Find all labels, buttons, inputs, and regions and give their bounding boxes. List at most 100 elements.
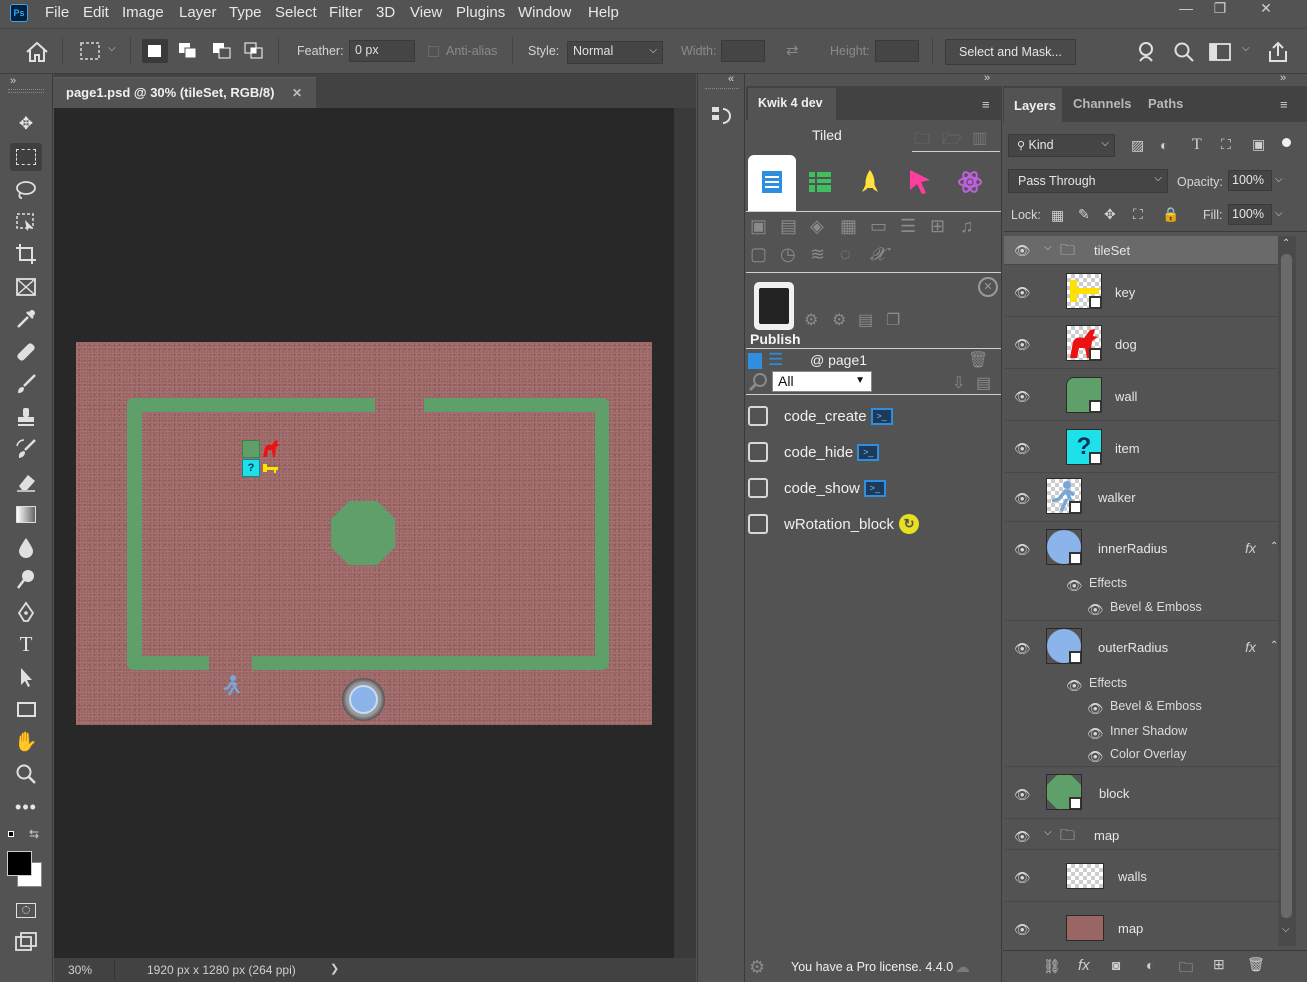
close-circle-icon[interactable]: ✕ xyxy=(978,277,998,297)
folder-add-icon[interactable]: 🗀 xyxy=(914,128,930,155)
blend-mode-select[interactable]: Pass Through ⌵ xyxy=(1008,169,1168,193)
visibility-eye-icon[interactable]: 👁 xyxy=(1014,870,1031,885)
foreground-color-swatch[interactable] xyxy=(7,851,32,876)
settings-gear-icon[interactable]: ⚙ xyxy=(749,957,765,978)
panel-menu-icon[interactable]: ≡ xyxy=(1280,97,1288,112)
layer-dog[interactable]: 👁 dog xyxy=(1004,318,1278,369)
terminal-icon[interactable]: ▭ xyxy=(870,216,887,237)
export-icon[interactable]: ▤ xyxy=(976,373,991,393)
hand-tool-icon[interactable]: ✋ xyxy=(10,728,42,756)
dog-tile[interactable] xyxy=(260,437,282,459)
filter-select[interactable]: All ▼ xyxy=(772,371,872,392)
layer-map-group[interactable]: 👁 ⌵ 🗀 map xyxy=(1004,820,1278,850)
chevron-down-icon[interactable]: ⌵ xyxy=(108,43,116,54)
type-tool-icon[interactable]: T xyxy=(10,630,42,658)
layer-map[interactable]: 👁 map xyxy=(1004,903,1278,950)
trash-icon[interactable]: 🗑 xyxy=(968,350,988,370)
page-icon[interactable] xyxy=(748,353,762,369)
checkbox[interactable] xyxy=(748,514,768,534)
status-menu-arrow-icon[interactable]: ❯ xyxy=(330,962,339,975)
close-window-button[interactable]: ✕ xyxy=(1248,0,1284,18)
android-icon[interactable]: ⚙ xyxy=(832,310,846,330)
blur-tool-icon[interactable] xyxy=(10,533,42,561)
tab-layers[interactable]: Layers xyxy=(1004,88,1062,122)
brush-tool-icon[interactable] xyxy=(10,370,42,398)
kwik-item-wrotation-block[interactable]: wRotation_block ↻ xyxy=(748,512,920,536)
more-tools-icon[interactable]: ••• xyxy=(10,793,42,821)
workspace-icon[interactable] xyxy=(1209,43,1231,61)
layers-scrollbar[interactable]: ⌃ ⌵ xyxy=(1278,236,1296,946)
visibility-eye-icon[interactable]: 👁 xyxy=(1014,542,1031,557)
block-octagon[interactable] xyxy=(330,500,396,566)
delete-layer-icon[interactable]: 🗑 xyxy=(1247,956,1265,973)
rectangle-tool-icon[interactable] xyxy=(10,695,42,723)
move-tool-icon[interactable]: ✥ xyxy=(10,110,42,138)
layer-item[interactable]: 👁 ? item xyxy=(1004,422,1278,473)
lasso-tool-icon[interactable] xyxy=(10,176,42,204)
fx-icon[interactable]: fx xyxy=(1245,540,1256,556)
chevron-down-icon[interactable]: ⌵ xyxy=(1044,827,1052,838)
effect-bevel-emboss[interactable]: Bevel & Emboss xyxy=(1110,699,1202,713)
width-input[interactable] xyxy=(721,40,765,62)
browser-icon[interactable]: ▢ xyxy=(750,244,767,265)
visibility-eye-icon[interactable]: 👁 xyxy=(1014,389,1031,404)
dotted-circle-icon[interactable]: ◌ xyxy=(840,244,851,265)
link-layers-icon[interactable]: ⛓ xyxy=(1043,958,1061,975)
visibility-eye-icon[interactable]: 👁 xyxy=(1066,678,1083,693)
layers-stack-icon[interactable]: ☰ xyxy=(900,216,916,237)
copy-icon[interactable]: ❐ xyxy=(886,310,900,330)
tab-channels[interactable]: Channels xyxy=(1073,96,1132,111)
filter-adjustment-icon[interactable]: ◐ xyxy=(1160,137,1168,153)
filter-shape-icon[interactable]: ⛶ xyxy=(1221,136,1231,153)
history-panel-icon[interactable] xyxy=(710,104,734,128)
add-page-icon[interactable]: ⊞ xyxy=(930,216,945,237)
music-icon[interactable]: ♫ xyxy=(960,216,974,237)
layer-inner-radius[interactable]: 👁 innerRadius fx ⌃ 👁 Effects 👁 Bevel & E… xyxy=(1004,523,1278,621)
kwik-tab[interactable]: Kwik 4 dev xyxy=(748,88,836,120)
menu-view[interactable]: View xyxy=(410,4,442,21)
screen-mode-icon[interactable] xyxy=(10,928,42,956)
intersect-selection-icon[interactable] xyxy=(244,42,264,60)
healing-brush-tool-icon[interactable] xyxy=(10,338,42,366)
expand-arrows-icon[interactable]: « xyxy=(728,73,734,85)
scroll-up-icon[interactable]: ⌃ xyxy=(1282,238,1290,249)
restore-button[interactable]: ❐ xyxy=(1202,0,1238,18)
subtract-selection-icon[interactable] xyxy=(212,42,232,60)
new-layer-icon[interactable]: ⊞ xyxy=(1213,956,1225,973)
rect-marquee-tool-icon[interactable] xyxy=(10,143,42,171)
document-canvas[interactable]: ? xyxy=(76,342,652,725)
swap-icon[interactable]: ⇄ xyxy=(786,41,799,59)
menu-window[interactable]: Window xyxy=(518,4,571,21)
outer-radius-joystick[interactable] xyxy=(342,678,385,721)
visibility-eye-icon[interactable]: 👁 xyxy=(1014,829,1031,844)
layer-wall[interactable]: 👁 wall xyxy=(1004,370,1278,421)
lock-transparent-icon[interactable]: ▦ xyxy=(1051,207,1064,224)
layer-outer-radius[interactable]: 👁 outerRadius fx ⌃ 👁 Effects 👁 Bevel & E… xyxy=(1004,622,1278,767)
document-tab[interactable]: page1.psd @ 30% (tileSet, RGB/8) ✕ xyxy=(54,77,316,108)
inner-radius-knob[interactable] xyxy=(349,685,378,714)
eyedropper-tool-icon[interactable] xyxy=(10,305,42,333)
visibility-eye-icon[interactable]: 👁 xyxy=(1014,441,1031,456)
filter-smart-object-icon[interactable]: ▣ xyxy=(1252,136,1265,153)
chevron-down-icon[interactable]: ⌵ xyxy=(1275,208,1283,219)
crop-tool-icon[interactable] xyxy=(10,240,42,268)
effect-bevel-emboss[interactable]: Bevel & Emboss xyxy=(1110,600,1202,614)
menu-layer[interactable]: Layer xyxy=(179,4,217,21)
key-tile[interactable] xyxy=(262,460,280,476)
share-icon[interactable] xyxy=(1267,41,1289,63)
wall-tile[interactable] xyxy=(242,440,260,458)
antialias-checkbox[interactable] xyxy=(428,46,439,57)
layer-walls[interactable]: 👁 walls xyxy=(1004,851,1278,902)
new-group-icon[interactable]: 🗀 xyxy=(1179,957,1193,981)
effect-inner-shadow[interactable]: Inner Shadow xyxy=(1110,724,1187,738)
fx-icon[interactable]: fx xyxy=(1245,639,1256,655)
vertical-scrollbar[interactable] xyxy=(674,108,696,958)
filter-toggle[interactable] xyxy=(1282,138,1291,147)
grid-table-icon[interactable] xyxy=(807,170,833,194)
ml-icon[interactable]: ▦ xyxy=(840,216,857,237)
visibility-eye-icon[interactable]: 👁 xyxy=(1087,749,1104,764)
user-search-icon[interactable] xyxy=(1137,41,1159,63)
chevron-down-icon[interactable]: ⌵ xyxy=(1275,174,1283,185)
build-icon[interactable]: ⚙ xyxy=(804,310,818,330)
chevron-down-icon[interactable]: ⌵ xyxy=(1044,242,1052,253)
